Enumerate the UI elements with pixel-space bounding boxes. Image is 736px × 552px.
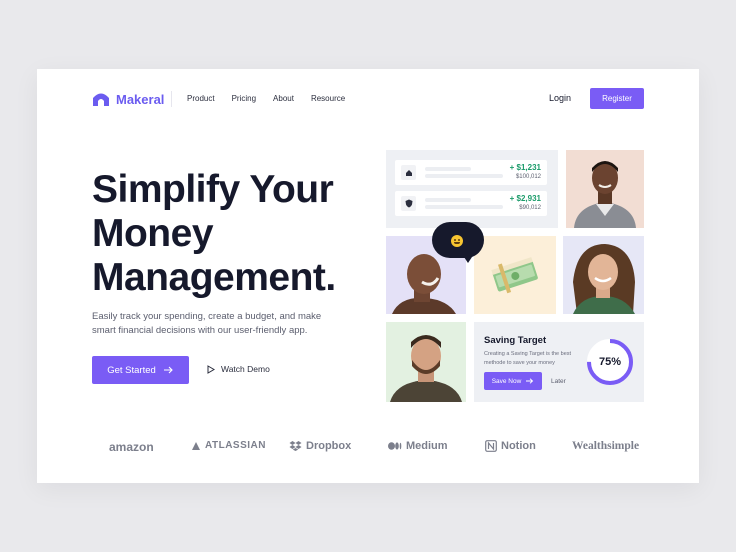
portrait-woman-smiling-photo <box>563 236 644 314</box>
money-stack-icon <box>491 257 538 294</box>
watch-demo-button[interactable]: Watch Demo <box>207 364 270 374</box>
emoji-icon <box>451 235 463 247</box>
transaction-row[interactable]: + $2,931 $90,012 <box>395 191 547 216</box>
nav-link-pricing[interactable]: Pricing <box>232 94 256 103</box>
play-icon <box>207 364 215 374</box>
placeholder-bar <box>425 198 471 202</box>
hero-title: Simplify Your Money Management. <box>92 168 362 300</box>
partner-name: amazon <box>109 440 154 454</box>
transaction-balance: $90,012 <box>519 205 541 211</box>
partner-logos: amazon ATLASSIAN Dropbox Medium Notion W… <box>37 440 699 456</box>
later-button[interactable]: Later <box>551 378 566 385</box>
arrow-right-icon <box>526 378 534 384</box>
portrait-illustration <box>573 244 635 314</box>
portrait-illustration <box>574 161 636 228</box>
transaction-amount: + $1,231 <box>509 163 541 172</box>
portrait-man-photo <box>566 150 644 228</box>
hero-title-line: Simplify Your <box>92 168 334 211</box>
get-started-button[interactable]: Get Started <box>92 356 189 384</box>
money-stack-image <box>474 236 556 314</box>
nav-link-resource[interactable]: Resource <box>311 94 345 103</box>
partner-atlassian: ATLASSIAN <box>191 440 266 451</box>
partner-name: Notion <box>501 440 536 452</box>
partner-name: ATLASSIAN <box>205 440 266 451</box>
chat-bubble-tail <box>462 254 474 263</box>
placeholder-bar <box>425 167 471 171</box>
nav-link-about[interactable]: About <box>273 94 294 103</box>
transaction-amount: + $2,931 <box>509 194 541 203</box>
partner-name: Medium <box>406 440 448 452</box>
placeholder-bar <box>425 205 503 209</box>
transaction-row[interactable]: + $1,231 $100,012 <box>395 160 547 185</box>
partner-medium: Medium <box>388 440 448 452</box>
partner-wealthsimple: Wealthsimple <box>572 440 639 452</box>
register-button[interactable]: Register <box>590 88 644 109</box>
nav-links: Product Pricing About Resource <box>187 94 362 103</box>
nav-divider <box>171 91 172 107</box>
landing-card: Makeral Product Pricing About Resource L… <box>37 69 699 483</box>
medium-icon <box>388 442 402 450</box>
saving-target-card: Saving Target Creating a Saving Target i… <box>474 322 644 402</box>
login-link[interactable]: Login <box>549 93 571 103</box>
hero-title-line: Management. <box>92 256 336 299</box>
shield-icon <box>401 196 416 211</box>
portrait-man-bearded-photo <box>386 322 466 402</box>
partner-name: Dropbox <box>306 440 352 452</box>
atlassian-icon <box>192 441 200 450</box>
transaction-balance: $100,012 <box>515 174 541 180</box>
dropbox-icon <box>289 441 302 451</box>
hero-title-line: Money <box>92 212 214 255</box>
arrow-right-icon <box>163 366 173 374</box>
partner-name: Wealthsimple <box>572 440 640 452</box>
saving-target-description: Creating a Saving Target is the best met… <box>484 351 572 366</box>
get-started-label: Get Started <box>107 364 156 376</box>
notion-icon <box>485 440 497 452</box>
brand-name: Makeral <box>116 91 165 107</box>
finance-summary-card: + $1,231 $100,012 + $2,931 $90,012 <box>386 150 558 228</box>
brand-logo[interactable]: Makeral <box>92 91 164 107</box>
nav-link-product[interactable]: Product <box>187 94 215 103</box>
portrait-illustration <box>390 335 462 402</box>
progress-label: 75% <box>598 356 622 368</box>
placeholder-bar <box>425 174 503 178</box>
home-icon <box>401 165 416 180</box>
save-now-label: Save Now <box>491 377 522 385</box>
save-now-button[interactable]: Save Now <box>484 372 542 390</box>
partner-dropbox: Dropbox <box>289 440 351 452</box>
hero-subtitle: Easily track your spending, create a bud… <box>92 311 322 336</box>
saving-target-title: Saving Target <box>484 335 547 346</box>
logo-icon <box>93 93 109 106</box>
partner-amazon: amazon <box>109 440 154 454</box>
watch-demo-label: Watch Demo <box>221 364 270 374</box>
partner-notion: Notion <box>485 440 536 452</box>
